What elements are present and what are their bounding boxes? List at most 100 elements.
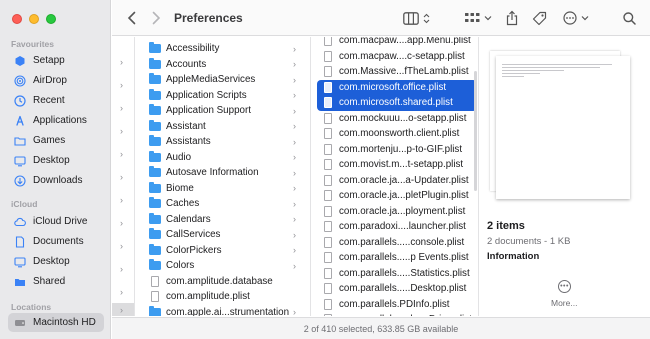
file-row[interactable]: com.moonsworth.client.plist — [312, 126, 478, 142]
desktop-icon — [14, 155, 26, 167]
column-preferences[interactable]: com.macpaw....app.Menu.plist com.macpaw..… — [312, 37, 479, 316]
row-label: CallServices — [166, 229, 221, 241]
scrollbar-thumb[interactable] — [474, 71, 477, 191]
chevron-right-icon: › — [120, 149, 123, 159]
sidebar-item-applications[interactable]: Applications — [8, 111, 104, 130]
sidebar-item-shared[interactable]: Shared — [8, 272, 104, 291]
folder-icon — [148, 150, 161, 163]
action-menu-button[interactable] — [562, 9, 590, 27]
file-row[interactable]: com.parallels.....p Events.plist — [312, 250, 478, 266]
folder-icon — [148, 305, 161, 316]
folder-row[interactable]: Colors › — [136, 258, 310, 274]
column-library[interactable]: Accessibility › Accounts › AppleMediaService… — [136, 37, 311, 316]
plist-document-icon — [321, 252, 334, 264]
search-button[interactable] — [620, 9, 638, 27]
file-row[interactable]: com.parallels.....Statistics.plist — [312, 266, 478, 282]
folder-icon — [148, 73, 161, 85]
back-button[interactable] — [124, 9, 140, 27]
sidebar-item-games[interactable]: Games — [8, 131, 104, 150]
sidebar-section-title: Locations — [11, 302, 52, 312]
group-button[interactable] — [464, 9, 492, 27]
selection-summary: 2 documents - 1 KB — [487, 236, 571, 247]
sidebar-item-downloads[interactable]: Downloads — [8, 171, 104, 190]
chevron-right-icon: › — [120, 218, 123, 228]
more-icon[interactable]: ••• — [558, 280, 571, 293]
folder-row[interactable]: Autosave Information › — [136, 165, 310, 181]
file-row[interactable]: com.mockuuu...o-setapp.plist — [312, 111, 478, 127]
chevron-right-icon: › — [120, 305, 123, 315]
file-row[interactable]: com.macpaw....app.Menu.plist — [312, 37, 478, 49]
row-label: com.Massive...fTheLamb.plist — [339, 66, 469, 78]
sidebar-item-setapp[interactable]: Setapp — [8, 51, 104, 70]
sidebar-item-airdrop[interactable]: AirDrop — [8, 71, 104, 90]
tag-button[interactable] — [530, 9, 548, 27]
applications-icon — [14, 115, 26, 127]
row-label: com.parallels.....loanDrive.plist — [339, 314, 472, 316]
recent-icon — [14, 94, 26, 107]
file-row[interactable]: com.amplitude.database — [136, 274, 310, 290]
chevron-right-icon: › — [120, 195, 123, 205]
ellipsis-circle-icon — [563, 11, 577, 25]
file-row[interactable]: com.parallels.PDInfo.plist — [312, 297, 478, 313]
file-row[interactable]: com.parallels.....console.plist — [312, 235, 478, 251]
sidebar-item-label: Documents — [33, 236, 84, 247]
folder-row[interactable]: Application Support › — [136, 103, 310, 119]
row-label: com.parallels.....console.plist — [339, 236, 465, 248]
plist-document-icon — [321, 143, 334, 155]
sidebar-item-macintosh-hd[interactable]: Macintosh HD — [8, 313, 104, 332]
file-row[interactable]: com.parallels.....Desktop.plist — [312, 281, 478, 297]
file-row[interactable]: com.Massive...fTheLamb.plist — [312, 64, 478, 80]
folder-row[interactable]: Accessibility › — [136, 41, 310, 57]
sidebar-item-desktop[interactable]: Desktop — [8, 252, 104, 271]
sidebar-item-desktop[interactable]: Desktop — [8, 151, 104, 170]
information-heading: Information — [487, 251, 540, 262]
sidebar-item-label: Recent — [33, 95, 65, 106]
folder-row[interactable]: ColorPickers › — [136, 243, 310, 259]
file-row[interactable]: com.mortenju...p-to-GIF.plist — [312, 142, 478, 158]
chevron-right-icon: › — [293, 260, 296, 271]
file-row[interactable]: com.macpaw....c-setapp.plist — [312, 49, 478, 65]
folder-row[interactable]: Assistant › — [136, 119, 310, 135]
view-mode-button[interactable] — [400, 9, 432, 27]
forward-button[interactable] — [148, 9, 164, 27]
plist-document-icon — [321, 190, 334, 202]
file-row[interactable]: com.paradoxi....launcher.plist — [312, 219, 478, 235]
file-row[interactable]: com.microsoft.office.plist — [312, 80, 478, 96]
file-row[interactable]: com.amplitude.plist — [136, 289, 310, 305]
sidebar-item-icloud-drive[interactable]: iCloud Drive — [8, 212, 104, 231]
row-label: Autosave Information — [166, 167, 259, 179]
plist-document-icon — [321, 174, 334, 186]
minimize-button[interactable] — [29, 14, 39, 24]
file-row[interactable]: com.oracle.ja...ployment.plist — [312, 204, 478, 220]
folder-row[interactable]: com.apple.ai...strumentation › — [136, 305, 310, 316]
file-row[interactable]: com.oracle.ja...a-Updater.plist — [312, 173, 478, 189]
folder-row[interactable]: Application Scripts › — [136, 88, 310, 104]
folder-icon — [148, 42, 161, 54]
folder-row[interactable]: CallServices › — [136, 227, 310, 243]
file-row[interactable]: com.movist.m...t-setapp.plist — [312, 157, 478, 173]
folder-row[interactable]: Accounts › — [136, 57, 310, 73]
folder-row[interactable]: Biome › — [136, 181, 310, 197]
folder-row[interactable]: Calendars › — [136, 212, 310, 228]
more-button[interactable]: More... — [551, 298, 577, 308]
row-label: com.macpaw....app.Menu.plist — [339, 37, 471, 47]
airdrop-icon — [14, 74, 26, 87]
file-row[interactable]: com.oracle.ja...pletPlugin.plist — [312, 188, 478, 204]
share-button[interactable] — [504, 9, 520, 27]
close-button[interactable] — [12, 14, 22, 24]
folder-row[interactable]: Assistants › — [136, 134, 310, 150]
file-row[interactable]: com.parallels.....loanDrive.plist — [312, 312, 478, 316]
chevron-right-icon: › — [293, 121, 296, 132]
folder-row[interactable]: Caches › — [136, 196, 310, 212]
sidebar-item-label: AirDrop — [33, 75, 67, 86]
plist-document-icon — [321, 128, 334, 140]
chevron-left-icon — [127, 11, 136, 25]
toolbar: Preferences — [112, 0, 650, 36]
sidebar-item-documents[interactable]: Documents — [8, 232, 104, 251]
column-root[interactable]: › › › › › › › › › › › › — [112, 37, 135, 316]
fullscreen-button[interactable] — [46, 14, 56, 24]
file-row[interactable]: com.microsoft.shared.plist — [312, 95, 478, 111]
folder-row[interactable]: AppleMediaServices › — [136, 72, 310, 88]
folder-row[interactable]: Audio › — [136, 150, 310, 166]
sidebar-item-recent[interactable]: Recent — [8, 91, 104, 110]
